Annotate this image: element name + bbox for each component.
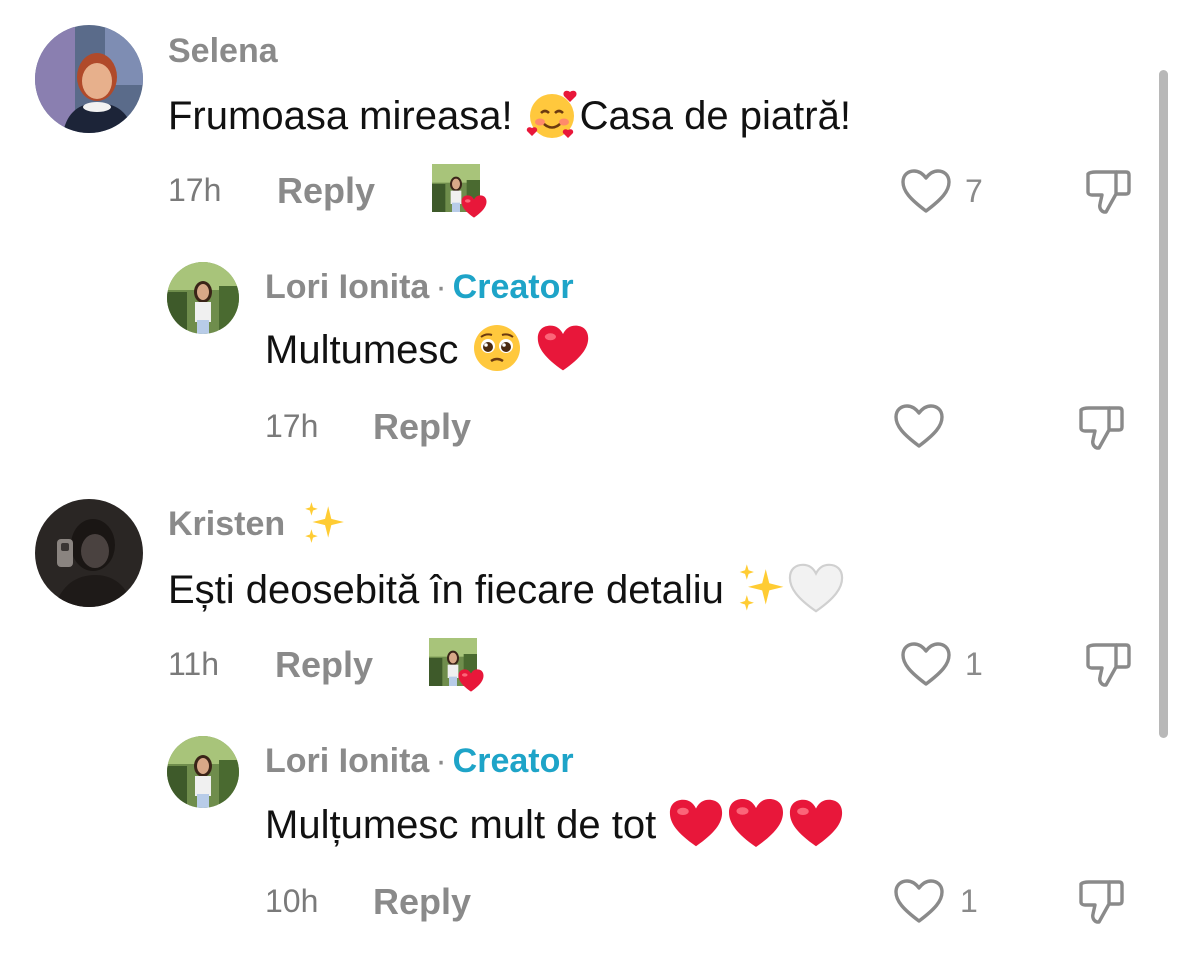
comment-text: Multumesc [265, 325, 591, 375]
comment-text: Frumoasa mireasa! Casa de piatră! [168, 91, 851, 142]
comment-text-part: Casa de piatră! [579, 94, 851, 138]
thumbs-down-icon[interactable] [1082, 637, 1134, 689]
pleading-face-emoji [473, 325, 520, 372]
username-label[interactable]: Lori Ionita [265, 268, 429, 306]
like-count: 7 [965, 173, 983, 209]
scrollbar[interactable] [1159, 70, 1168, 738]
username: Kristen [168, 505, 347, 546]
avatar-kristen[interactable] [35, 499, 143, 607]
avatar-lori[interactable] [167, 736, 239, 808]
creator-badge: Creator [452, 268, 574, 306]
thumbs-down-icon[interactable] [1082, 164, 1134, 216]
username-label[interactable]: Kristen [168, 505, 285, 543]
timestamp: 11h [168, 646, 220, 682]
thumbs-down-icon[interactable] [1075, 400, 1127, 452]
red-heart-emoji [535, 322, 591, 374]
comment-text: Ești deosebită în fiecare detaliu [168, 568, 845, 615]
reply-button[interactable]: Reply [275, 644, 373, 686]
comment-text-part: Mulțumesc mult de tot [265, 803, 668, 847]
separator-dot: · [435, 742, 447, 780]
timestamp: 10h [265, 883, 319, 919]
reply-button[interactable]: Reply [373, 881, 471, 923]
reply-button[interactable]: Reply [277, 170, 375, 212]
red-heart-emoji [725, 796, 787, 850]
username: Lori Ionita · Creator [265, 268, 574, 307]
heart-outline-icon[interactable] [900, 641, 952, 687]
username-label[interactable]: Lori Ionita [265, 742, 429, 780]
separator-dot: · [435, 268, 447, 306]
creator-liked-badge-icon [429, 638, 484, 692]
creator-badge: Creator [452, 742, 574, 780]
comment-text: Mulțumesc mult de tot [265, 803, 845, 850]
comment-text-part: Ești deosebită în fiecare detaliu [168, 568, 736, 612]
creator-liked-badge-icon [432, 164, 487, 218]
avatar-lori[interactable] [167, 262, 239, 334]
avatar-selena[interactable] [35, 25, 143, 133]
heart-outline-icon[interactable] [893, 403, 945, 449]
red-heart-emoji [787, 796, 845, 850]
comment-text-part: Frumoasa mireasa! [168, 94, 524, 138]
comment-text-part: Multumesc [265, 328, 470, 372]
username: Lori Ionita · Creator [265, 742, 574, 781]
smiling-hearts-emoji [526, 91, 577, 139]
heart-outline-icon[interactable] [893, 878, 945, 924]
red-heart-emoji [667, 796, 725, 850]
reply-button[interactable]: Reply [373, 406, 471, 448]
like-count: 1 [965, 646, 983, 682]
timestamp: 17h [168, 172, 222, 208]
sparkles-emoji [301, 500, 347, 546]
thumbs-down-icon[interactable] [1075, 874, 1127, 926]
sparkles-emoji [735, 562, 787, 614]
like-count: 1 [960, 883, 978, 919]
username[interactable]: Selena [168, 32, 278, 71]
heart-outline-icon[interactable] [900, 168, 952, 214]
timestamp: 17h [265, 408, 319, 444]
white-heart-emoji [787, 561, 845, 615]
